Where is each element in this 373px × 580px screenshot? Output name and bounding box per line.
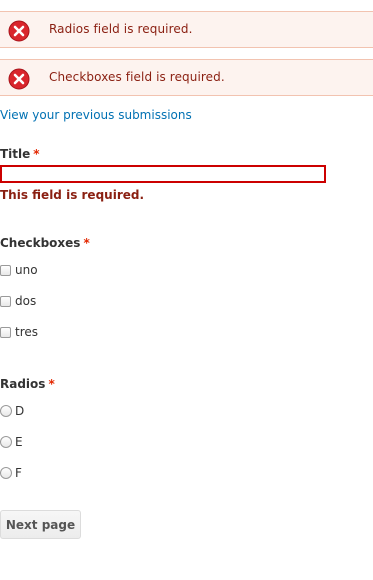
checkbox[interactable] [0, 327, 11, 338]
title-label-text: Title [0, 147, 31, 161]
checkboxes-label-text: Checkboxes [0, 236, 81, 250]
checkbox[interactable] [0, 265, 11, 276]
error-message-radios: Radios field is required. [0, 11, 373, 48]
radio-button[interactable] [0, 467, 12, 479]
checkboxes-label: Checkboxes * [0, 236, 90, 250]
radios-label: Radios * [0, 377, 55, 391]
radio-label[interactable]: E [15, 435, 23, 449]
radio-button[interactable] [0, 405, 12, 417]
checkbox-label[interactable]: tres [15, 325, 38, 339]
radio-label[interactable]: D [15, 404, 24, 418]
radio-label[interactable]: F [15, 466, 22, 480]
next-page-button[interactable]: Next page [0, 510, 81, 539]
checkbox-label[interactable]: dos [15, 294, 36, 308]
previous-submissions-link[interactable]: View your previous submissions [0, 108, 192, 122]
title-input[interactable] [0, 165, 326, 183]
error-icon [8, 68, 30, 90]
error-message-checkboxes: Checkboxes field is required. [0, 59, 373, 96]
error-icon [8, 20, 30, 42]
radio-button[interactable] [0, 436, 12, 448]
required-marker: * [83, 236, 90, 250]
error-message-text: Checkboxes field is required. [49, 70, 225, 84]
title-field-error: This field is required. [0, 188, 145, 202]
required-marker: * [48, 377, 55, 391]
checkbox-label[interactable]: uno [15, 263, 38, 277]
error-message-text: Radios field is required. [49, 22, 193, 36]
radios-label-text: Radios [0, 377, 46, 391]
required-marker: * [33, 147, 40, 161]
title-label: Title * [0, 147, 40, 161]
checkbox[interactable] [0, 296, 11, 307]
